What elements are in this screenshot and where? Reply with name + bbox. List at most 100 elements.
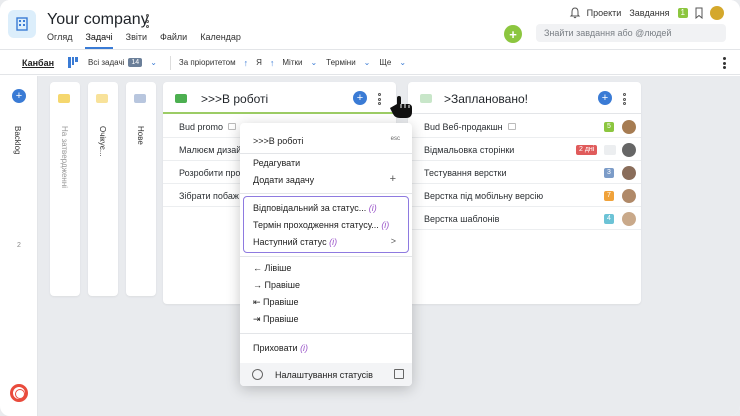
menu-divider xyxy=(240,153,412,154)
column-collapsed[interactable]: На затвердженні xyxy=(50,82,80,296)
gear-icon xyxy=(252,369,263,380)
column-planned: >Заплановано! + Bud Веб-продакшн 5 Відма… xyxy=(408,82,641,304)
menu-item-deadline[interactable]: Термін проходження статусу... (i) xyxy=(253,220,389,230)
nav-tasks[interactable]: Завдання xyxy=(629,8,669,18)
tab-files[interactable]: Файли xyxy=(160,32,187,49)
task-card[interactable]: Відмальовка сторінки 2 дні xyxy=(408,139,641,161)
bookmark-icon[interactable] xyxy=(694,7,704,19)
task-badge: 7 xyxy=(604,190,614,201)
column-label: Очікує... xyxy=(98,126,107,157)
assignee-avatar[interactable] xyxy=(622,211,636,226)
column-collapsed[interactable]: Нове xyxy=(126,82,156,296)
board-toolbar: Канбан Всі задачі 14 ⌄ За пріоритетом ↑ Я… xyxy=(0,51,740,75)
task-title: Верстка під мобільну версію xyxy=(424,190,544,201)
task-title: Розробити про xyxy=(179,167,241,178)
backlog-count: 2 xyxy=(17,242,21,249)
nav-projects[interactable]: Проекти xyxy=(587,8,622,18)
add-task-button[interactable]: + xyxy=(353,91,367,105)
column-menu-icon[interactable] xyxy=(623,93,626,105)
filter-deadlines[interactable]: Терміни xyxy=(326,58,356,67)
assignee-avatar[interactable] xyxy=(622,188,636,203)
task-title: Bud promo xyxy=(179,121,224,132)
search-input[interactable] xyxy=(536,24,726,42)
task-title: Малюєм дизай xyxy=(179,144,242,155)
kanban-icon[interactable] xyxy=(68,57,78,68)
info-hint: (i) xyxy=(300,343,309,353)
all-tasks-label: Всі задачі xyxy=(88,58,125,67)
company-menu-icon[interactable] xyxy=(144,14,150,28)
sort-by-priority[interactable]: За пріоритетом xyxy=(179,58,236,67)
task-badge: 3 xyxy=(604,167,614,178)
column-label: Нове xyxy=(136,126,145,145)
task-title: Тестування верстки xyxy=(424,167,507,178)
task-card[interactable]: Тестування верстки 3 xyxy=(408,162,641,184)
menu-divider xyxy=(240,193,412,194)
task-badge: 5 xyxy=(604,121,614,132)
menu-item-edit[interactable]: Редагувати xyxy=(253,158,300,168)
company-logo-icon[interactable] xyxy=(8,10,36,38)
menu-title: >>>В роботі xyxy=(253,136,304,146)
menu-item-hide[interactable]: Приховати (i) xyxy=(253,343,308,353)
chevron-down-icon[interactable]: ⌄ xyxy=(310,58,317,67)
company-name: Your company xyxy=(47,11,149,28)
task-title: Bud Веб-продакшн xyxy=(424,121,503,132)
hand-cursor-icon xyxy=(390,96,412,118)
tab-tasks[interactable]: Задачі xyxy=(85,32,113,49)
task-badge: 2 дні xyxy=(576,144,598,155)
column-color-marker xyxy=(175,94,187,103)
chevron-down-icon[interactable]: ⌄ xyxy=(150,58,157,67)
column-title[interactable]: >>>В роботі xyxy=(201,92,268,106)
task-badge-empty xyxy=(604,144,616,155)
main-tabs: Огляд Задачі Звіти Файли Календар xyxy=(47,32,254,49)
bell-icon[interactable] xyxy=(569,7,581,19)
user-avatar[interactable] xyxy=(710,6,724,20)
tab-reports[interactable]: Звіти xyxy=(126,32,147,49)
column-title[interactable]: >Заплановано! xyxy=(444,92,528,106)
all-tasks-filter[interactable]: Всі задачі 14 xyxy=(88,58,143,67)
menu-item-move-first[interactable]: ⇤ Правіше xyxy=(253,297,299,308)
task-card[interactable]: Верстка шаблонів 4 xyxy=(408,208,641,230)
add-task-button[interactable]: + xyxy=(598,91,612,105)
task-title: Верстка шаблонів xyxy=(424,213,500,224)
menu-item-next-status[interactable]: Наступний статус (i) xyxy=(253,237,337,247)
menu-item-responsible[interactable]: Відповідальний за статус... (i) xyxy=(253,203,377,213)
esc-hint[interactable]: esc xyxy=(391,136,400,142)
lifebuoy-icon[interactable] xyxy=(10,384,28,402)
arrow-up-icon[interactable]: ↑ xyxy=(270,58,275,68)
arrow-up-icon[interactable]: ↑ xyxy=(244,58,249,68)
column-menu-icon[interactable] xyxy=(378,93,381,105)
menu-item-add-task[interactable]: Додати задачу xyxy=(253,175,314,185)
header: Your company Огляд Задачі Звіти Файли Ка… xyxy=(0,0,740,50)
menu-item-move-right[interactable]: → Правіше xyxy=(253,280,300,290)
chevron-down-icon[interactable]: ⌄ xyxy=(399,58,406,67)
task-card[interactable]: Bud Веб-продакшн 5 xyxy=(408,116,641,138)
column-collapsed[interactable]: Очікує... xyxy=(88,82,118,296)
menu-item-move-last[interactable]: ⇥ Правіше xyxy=(253,314,299,325)
tab-calendar[interactable]: Календар xyxy=(200,32,241,49)
more-vertical-icon[interactable] xyxy=(723,57,726,69)
assignee-avatar[interactable] xyxy=(622,165,636,180)
tab-overview[interactable]: Огляд xyxy=(47,32,72,49)
backlog-label[interactable]: Backlog xyxy=(13,126,22,154)
menu-item-move-left[interactable]: ← Лівіше xyxy=(253,263,291,273)
assignee-avatar[interactable] xyxy=(622,142,636,157)
task-card[interactable]: Верстка під мобільну версію 7 xyxy=(408,185,641,207)
add-backlog-button[interactable]: + xyxy=(12,89,26,103)
subtask-icon xyxy=(507,123,516,130)
toolbar-divider xyxy=(169,55,171,70)
external-link-icon[interactable] xyxy=(394,369,404,379)
subtask-icon xyxy=(228,123,237,130)
add-new-button[interactable]: + xyxy=(504,25,522,43)
chevron-down-icon[interactable]: ⌄ xyxy=(364,58,371,67)
kanban-view-button[interactable]: Канбан xyxy=(22,58,54,68)
assignee-avatar[interactable] xyxy=(622,119,636,134)
filter-me[interactable]: Я xyxy=(256,58,262,67)
filter-more[interactable]: Ще xyxy=(379,58,391,67)
filter-tags[interactable]: Мітки xyxy=(282,58,302,67)
menu-item-label: Наступний статус xyxy=(253,237,327,247)
all-tasks-count: 14 xyxy=(128,58,143,67)
task-title: Зібрати побаж xyxy=(179,190,239,201)
menu-divider xyxy=(240,256,412,257)
menu-footer[interactable]: Налаштування статусів xyxy=(240,363,412,386)
column-color-marker xyxy=(96,94,108,103)
